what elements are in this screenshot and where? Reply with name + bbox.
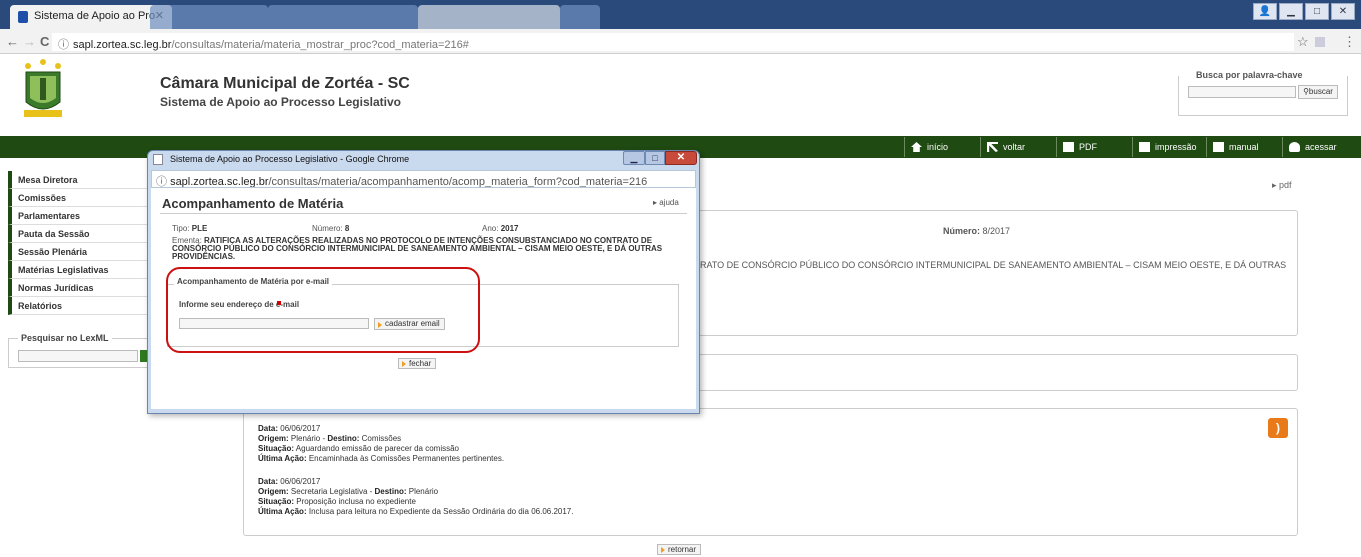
minimize-icon[interactable]: ▁ — [1279, 3, 1303, 20]
divider — [160, 213, 687, 214]
popup-window-title: Sistema de Apoio ao Processo Legislativo… — [170, 154, 410, 164]
window-controls: 👤 ▁ □ ✕ — [1253, 3, 1355, 21]
browser-tab[interactable] — [418, 5, 560, 29]
browser-tab-active[interactable]: Sistema de Apoio ao Pro ✕ — [10, 5, 172, 29]
sidebar-item-normas-juridicas[interactable]: Normas Jurídicas — [8, 279, 156, 297]
popup-heading: Acompanhamento de Matéria — [162, 196, 344, 211]
lexml-search-input[interactable] — [18, 350, 138, 362]
sidebar-item-comissoes[interactable]: Comissões — [8, 189, 156, 207]
url-domain: sapl.zortea.sc.leg.br — [73, 39, 172, 51]
url-path: /consultas/materia/materia_mostrar_proc?… — [171, 39, 469, 51]
ajuda-link[interactable]: ▸ ajuda — [653, 198, 679, 207]
materia-ementa-fragment: RATO DE CONSÓRCIO PÚBLICO DO CONSÓRCIO I… — [700, 260, 1287, 270]
fechar-button[interactable]: fechar — [398, 358, 437, 369]
browser-tab[interactable] — [150, 5, 268, 29]
popup-address-bar: ⓘ sapl.zortea.sc.leg.br/consultas/materi… — [151, 170, 696, 188]
retornar-button[interactable]: retornar — [657, 544, 702, 555]
arrow-icon — [661, 547, 665, 553]
sidebar-item-pauta-da-sessao[interactable]: Pauta da Sessão — [8, 225, 156, 243]
city-crest-logo — [20, 58, 66, 120]
nav-manual[interactable]: manual — [1206, 137, 1280, 157]
sidebar-item-parlamentares[interactable]: Parlamentares — [8, 207, 156, 225]
tramitacao-entry: Data: 06/06/2017 Origem: Secretaria Legi… — [258, 477, 574, 516]
sidebar-item-mesa-diretora[interactable]: Mesa Diretora — [8, 171, 156, 189]
home-icon — [911, 142, 922, 152]
search-input[interactable] — [1188, 86, 1296, 98]
search-legend: Busca por palavra-chave — [1192, 70, 1307, 80]
materia-numero: Número: 8 — [312, 224, 350, 233]
tramitacao-entry: Data: 06/06/2017 Origem: Plenário - Dest… — [258, 424, 505, 463]
nav-inicio[interactable]: início — [904, 137, 978, 157]
sidebar-item-relatorios[interactable]: Relatórios — [8, 297, 156, 315]
nav-voltar[interactable]: voltar — [980, 137, 1054, 157]
lexml-legend: Pesquisar no LexML — [18, 333, 112, 343]
materia-numero: Número: 8/2017 — [943, 226, 1011, 236]
browser-tab[interactable] — [268, 5, 418, 29]
materia-tipo: Tipo: PLE — [172, 224, 208, 233]
arrow-icon — [402, 361, 406, 367]
forward-icon[interactable]: → — [23, 34, 36, 49]
popup-minimize-icon[interactable]: ▁ — [623, 151, 645, 165]
popup-maximize-icon[interactable]: □ — [645, 151, 665, 165]
site-info-icon: ⓘ — [156, 176, 171, 188]
materia-ementa: Ementa: RATIFICA AS ALTERAÇÕES REALIZADA… — [172, 236, 663, 261]
materia-ano: Ano: 2017 — [482, 224, 519, 233]
search-button[interactable]: ⚲buscar — [1298, 85, 1338, 99]
highlight-annotation — [166, 267, 480, 353]
favicon-icon — [18, 11, 28, 23]
rss-feed-icon[interactable]: ) — [1268, 418, 1288, 438]
new-tab-button[interactable] — [560, 5, 600, 29]
bookmark-star-icon[interactable]: ☆ — [1297, 34, 1309, 50]
back-arrow-icon — [987, 142, 998, 152]
site-info-icon[interactable]: ⓘ — [58, 39, 69, 51]
tab-title: Sistema de Apoio ao Pro — [34, 10, 156, 22]
site-subtitle: Sistema de Apoio ao Processo Legislativo — [160, 95, 401, 109]
sidebar-item-materias-legislativas[interactable]: Matérias Legislativas — [8, 261, 156, 279]
address-bar[interactable]: ⓘ sapl.zortea.sc.leg.br/consultas/materia… — [52, 33, 1294, 51]
nav-pdf[interactable]: PDF — [1056, 137, 1130, 157]
reload-icon[interactable]: C — [40, 34, 49, 49]
pdf-link[interactable]: ▸ pdf — [1272, 180, 1292, 191]
user-icon[interactable]: 👤 — [1253, 3, 1277, 20]
help-icon — [1213, 142, 1224, 152]
back-icon[interactable]: ← — [6, 34, 19, 49]
menu-icon[interactable]: ⋮ — [1343, 34, 1356, 50]
site-title: Câmara Municipal de Zortéa - SC — [160, 75, 410, 92]
user-icon — [1289, 142, 1300, 152]
nav-acessar[interactable]: acessar — [1282, 137, 1356, 157]
maximize-icon[interactable]: □ — [1305, 3, 1329, 20]
sidebar-item-sessao-plenaria[interactable]: Sessão Plenária — [8, 243, 156, 261]
nav-impressao[interactable]: impressão — [1132, 137, 1206, 157]
pdf-icon — [1063, 142, 1074, 152]
extension-icon[interactable] — [1315, 37, 1325, 47]
page-icon — [153, 154, 163, 165]
close-icon[interactable]: ✕ — [1331, 3, 1355, 20]
popup-close-icon[interactable]: ✕ — [665, 151, 697, 165]
print-icon — [1139, 142, 1150, 152]
